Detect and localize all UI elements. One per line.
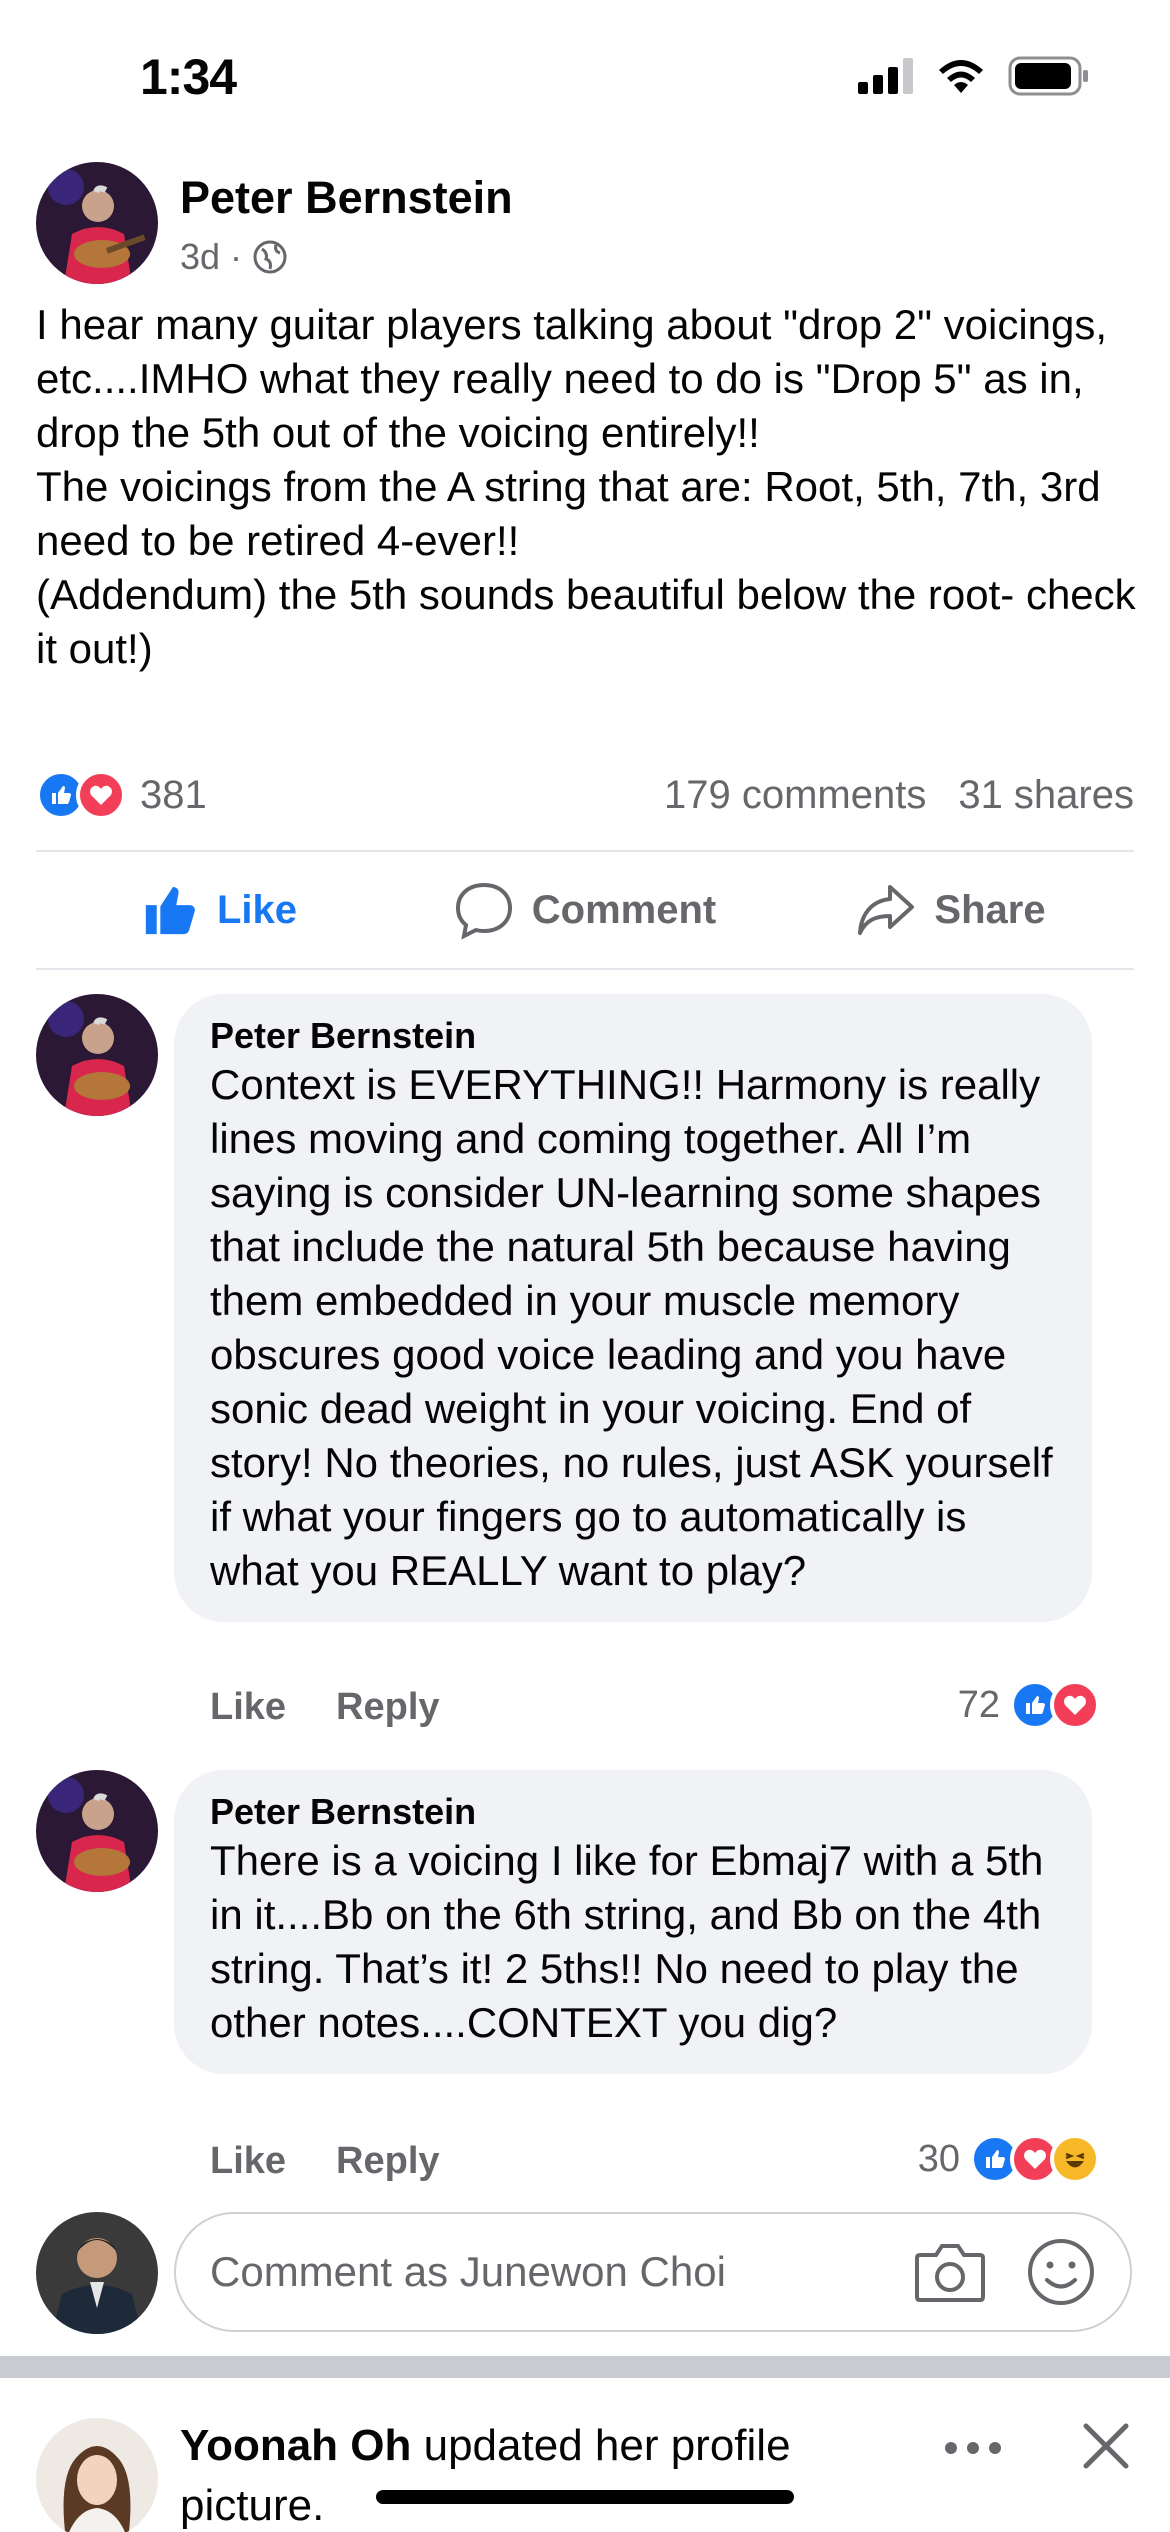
close-icon[interactable] <box>1078 2418 1134 2474</box>
post-body: I hear many guitar players talking about… <box>36 298 1146 676</box>
comment-actions: Like Reply <box>210 1686 440 1729</box>
globe-icon <box>253 240 287 274</box>
post-body-paragraph: (Addendum) the 5th sounds beautiful belo… <box>36 571 1148 672</box>
comment-reactions[interactable]: 30 <box>918 2134 1100 2184</box>
comment-reaction-icons <box>970 2134 1100 2184</box>
comment-author[interactable]: Peter Bernstein <box>210 1790 1056 1834</box>
more-options-icon[interactable] <box>938 2428 1008 2468</box>
post-body-paragraph: I hear many guitar players talking about… <box>36 301 1119 456</box>
comment-button[interactable]: Comment <box>402 880 768 940</box>
shares-count[interactable]: 31 shares <box>958 773 1134 818</box>
comment-like-button[interactable]: Like <box>210 1686 286 1729</box>
comments-count[interactable]: 179 comments <box>664 773 926 818</box>
commenter-avatar[interactable] <box>36 1770 158 1892</box>
composer-icons <box>914 2237 1096 2307</box>
wifi-icon <box>939 60 983 93</box>
haha-reaction-icon <box>1050 2134 1100 2184</box>
battery-icon <box>1008 56 1088 96</box>
post-author-name[interactable]: Peter Bernstein <box>180 172 513 224</box>
comment-bubble: Peter Bernstein Context is EVERYTHING!! … <box>174 994 1092 1622</box>
post-stats: 381 179 comments 31 shares <box>36 762 1134 828</box>
comment-author[interactable]: Peter Bernstein <box>210 1014 1056 1058</box>
comment-text: There is a voicing I like for Ebmaj7 wit… <box>210 1837 1056 2046</box>
comment-bubble: Peter Bernstein There is a voicing I lik… <box>174 1770 1092 2074</box>
share-button[interactable]: Share <box>768 883 1134 937</box>
commenter-avatar[interactable] <box>36 994 158 1116</box>
story-text: Yoonah Oh updated her profile picture. <box>180 2416 880 2532</box>
comment-actions: Like Reply <box>210 2140 440 2183</box>
author-avatar[interactable] <box>36 162 158 284</box>
comment-reply-button[interactable]: Reply <box>336 2140 439 2183</box>
comment-reply-button[interactable]: Reply <box>336 1686 439 1729</box>
stats-right: 179 comments 31 shares <box>664 773 1134 818</box>
comment-like-button[interactable]: Like <box>210 2140 286 2183</box>
feed-separator <box>0 2356 1170 2378</box>
share-button-label: Share <box>934 887 1046 932</box>
comment-button-label: Comment <box>531 887 717 932</box>
comment-composer[interactable]: Comment as Junewon Choi <box>174 2212 1132 2332</box>
comment-reactions[interactable]: 72 <box>958 1680 1100 1730</box>
reaction-summary[interactable]: 381 <box>36 770 207 820</box>
meta-separator: · <box>230 236 243 277</box>
home-indicator[interactable] <box>376 2490 794 2504</box>
status-icons <box>858 56 1090 96</box>
post-action-bar: Like Comment Share <box>36 860 1134 960</box>
thumbs-up-icon <box>145 887 195 935</box>
love-reaction-icon <box>1050 1680 1100 1730</box>
status-bar: 1:34 <box>0 0 1170 150</box>
divider <box>36 968 1134 970</box>
comment-icon <box>455 882 512 940</box>
divider <box>36 850 1134 852</box>
emoji-icon[interactable] <box>1026 2237 1096 2307</box>
story-author[interactable]: Yoonah Oh <box>180 2421 411 2470</box>
post-meta: 3d · <box>180 236 288 278</box>
reaction-count[interactable]: 381 <box>140 773 207 818</box>
like-button-label: Like <box>216 887 298 932</box>
camera-icon[interactable] <box>914 2241 986 2303</box>
post-time[interactable]: 3d <box>180 236 220 278</box>
post-body-paragraph: The voicings from the A string that are:… <box>36 463 1113 564</box>
cellular-signal-icon <box>858 58 913 94</box>
comment-reaction-count: 30 <box>917 2137 960 2180</box>
story-avatar[interactable] <box>36 2418 158 2532</box>
comment-reaction-icons <box>1010 1680 1100 1730</box>
share-icon <box>858 885 915 935</box>
status-time: 1:34 <box>140 49 237 105</box>
like-button[interactable]: Like <box>36 881 402 939</box>
comment-reaction-count: 72 <box>957 1683 1000 1726</box>
current-user-avatar[interactable] <box>36 2212 158 2334</box>
love-reaction-icon <box>76 770 126 820</box>
composer-placeholder[interactable]: Comment as Junewon Choi <box>210 2248 914 2296</box>
comment-text: Context is EVERYTHING!! Harmony is reall… <box>210 1061 1065 1594</box>
